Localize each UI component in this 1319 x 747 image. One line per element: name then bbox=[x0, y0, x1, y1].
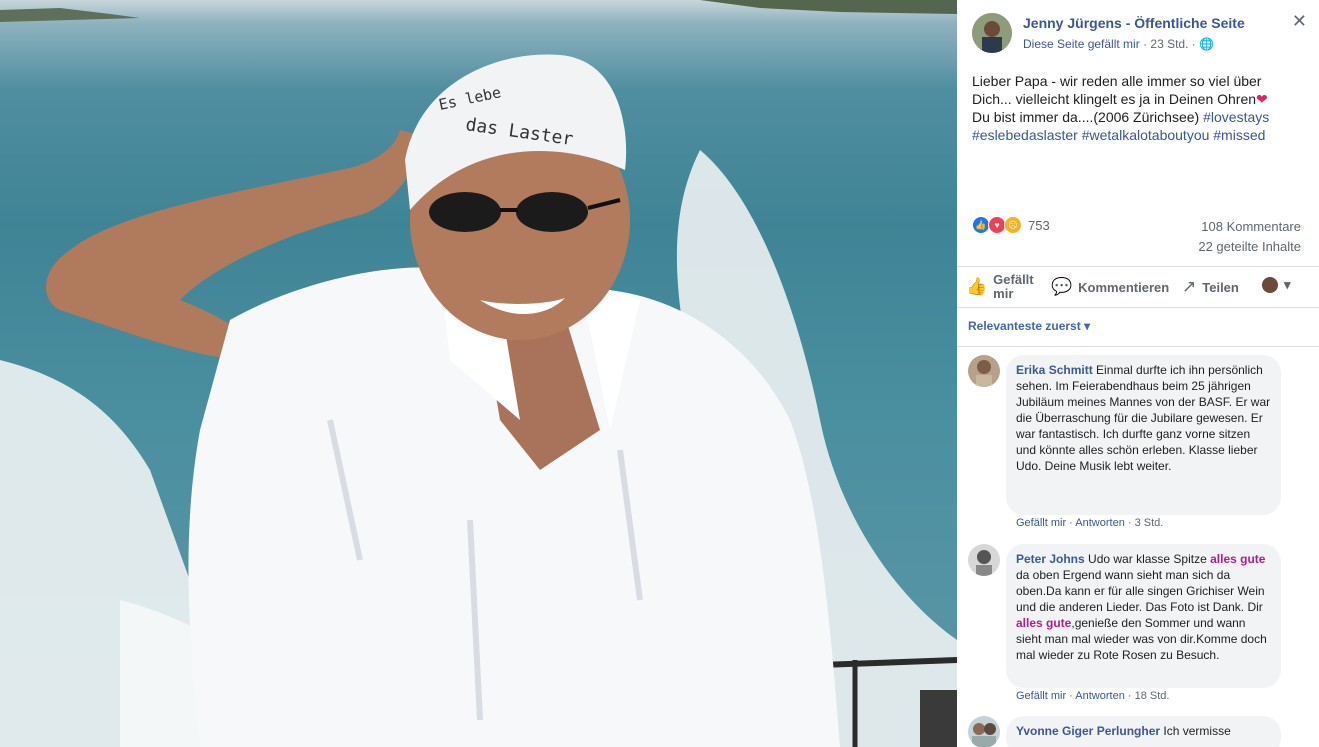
like-button[interactable]: 👍 Gefällt mir bbox=[966, 273, 1043, 301]
reaction-count: 753 bbox=[1028, 217, 1050, 233]
comment-author[interactable]: Peter Johns bbox=[1016, 552, 1085, 566]
comment-text: Einmal durfte ich ihn persönlich sehen. … bbox=[1016, 363, 1271, 473]
commenter-avatar[interactable] bbox=[968, 544, 1000, 576]
close-icon[interactable]: ✕ bbox=[1292, 12, 1307, 30]
post-text-line-3: Du bist immer da....(2006 Zürichsee) bbox=[972, 109, 1200, 125]
shares-count-link[interactable]: 22 geteilte Inhalte bbox=[1198, 239, 1301, 254]
heart-icon: ❤ bbox=[1256, 91, 1268, 107]
comment-bubble: Erika Schmitt Einmal durfte ich ihn pers… bbox=[1006, 355, 1281, 515]
comment-highlight: alles gute bbox=[1016, 616, 1072, 630]
share-button[interactable]: ↗ Teilen bbox=[1182, 277, 1239, 297]
commenter-avatar[interactable] bbox=[968, 716, 1000, 747]
comment-time[interactable]: 18 Std. bbox=[1135, 690, 1170, 702]
reactions-summary[interactable]: 👍 ♥ ☹ 753 bbox=[972, 216, 1050, 234]
post-stats: 👍 ♥ ☹ 753 108 Kommentare 22 geteilte Inh… bbox=[972, 214, 1301, 254]
photo-illustration: Es lebe das Laster bbox=[0, 0, 957, 747]
comment-sort-dropdown[interactable]: Relevanteste zuerst ▾ bbox=[968, 319, 1090, 333]
comment-author[interactable]: Erika Schmitt bbox=[1016, 363, 1093, 377]
comment-actions: Gefällt mir · Antworten · 3 Std. bbox=[1016, 517, 1164, 529]
divider bbox=[957, 346, 1319, 347]
comment-text-part: da oben Ergend wann sieht man sich da ob… bbox=[1016, 568, 1265, 614]
post-actions-bar: 👍 Gefällt mir 💬 Kommentieren ↗ Teilen ▾ bbox=[957, 266, 1319, 308]
comment-button-label: Kommentieren bbox=[1078, 279, 1170, 295]
user-avatar bbox=[1262, 277, 1278, 293]
comment-time[interactable]: 3 Std. bbox=[1135, 517, 1164, 529]
page-name-link[interactable]: Jenny Jürgens - Öffentliche Seite bbox=[1023, 15, 1245, 31]
comment-reply-link[interactable]: Antworten bbox=[1075, 517, 1125, 529]
speech-bubble-icon: 💬 bbox=[1051, 277, 1073, 296]
hashtag-lovestays[interactable]: #lovestays bbox=[1203, 109, 1269, 125]
globe-icon: 🌐 bbox=[1199, 37, 1215, 51]
comment-reply-link[interactable]: Antworten bbox=[1075, 690, 1125, 702]
post-text-line-2: Dich... vielleicht klingelt es ja in Dei… bbox=[972, 91, 1257, 107]
page-avatar[interactable] bbox=[972, 13, 1012, 53]
share-arrow-icon: ↗ bbox=[1182, 277, 1197, 296]
comment-author[interactable]: Yvonne Giger Perlungher bbox=[1016, 724, 1160, 738]
comments-count-link[interactable]: 108 Kommentare bbox=[1201, 219, 1301, 234]
comment-button[interactable]: 💬 Kommentieren bbox=[1051, 277, 1169, 297]
thumbs-up-icon: 👍 bbox=[966, 277, 988, 296]
comment-text-part: Udo war klasse Spitze bbox=[1088, 552, 1207, 566]
page-liked-link[interactable]: Diese Seite gefällt mir bbox=[1023, 37, 1140, 51]
identity-switcher[interactable]: ▾ bbox=[1262, 277, 1291, 293]
share-button-label: Teilen bbox=[1202, 279, 1239, 295]
comment-like-link[interactable]: Gefällt mir bbox=[1016, 517, 1066, 529]
sort-label: Relevanteste zuerst bbox=[968, 319, 1081, 333]
post-side-panel: Jenny Jürgens - Öffentliche Seite Diese … bbox=[957, 0, 1319, 747]
comment-actions: Gefällt mir · Antworten · 18 Std. bbox=[1016, 690, 1170, 702]
comment-highlight: alles gute bbox=[1210, 552, 1266, 566]
chevron-down-icon: ▾ bbox=[1284, 277, 1291, 292]
comment-bubble: Yvonne Giger Perlungher Ich vermisse bbox=[1006, 716, 1281, 747]
post-header: Jenny Jürgens - Öffentliche Seite Diese … bbox=[972, 12, 1307, 57]
chevron-down-icon: ▾ bbox=[1084, 319, 1091, 333]
hashtags-line[interactable]: #eslebedaslaster #wetalkalotaboutyou #mi… bbox=[972, 127, 1265, 143]
post-text-line-1: Lieber Papa - wir reden alle immer so vi… bbox=[972, 73, 1262, 89]
commenter-avatar[interactable] bbox=[968, 355, 1000, 387]
comment-like-link[interactable]: Gefällt mir bbox=[1016, 690, 1066, 702]
like-button-label: Gefällt mir bbox=[993, 272, 1034, 301]
post-message: Lieber Papa - wir reden alle immer so vi… bbox=[972, 72, 1292, 144]
post-photo[interactable]: Es lebe das Laster bbox=[0, 0, 957, 747]
sad-reaction-icon: ☹ bbox=[1004, 216, 1022, 234]
comment-bubble: Peter Johns Udo war klasse Spitze alles … bbox=[1006, 544, 1281, 688]
post-time[interactable]: 23 Std. bbox=[1150, 37, 1188, 51]
post-meta: Diese Seite gefällt mir · 23 Std. · 🌐 bbox=[1023, 37, 1214, 51]
comment-text: Ich vermisse bbox=[1163, 724, 1231, 738]
